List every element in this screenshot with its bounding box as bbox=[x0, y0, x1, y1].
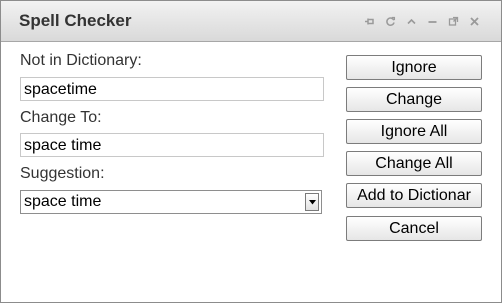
window-controls bbox=[362, 12, 481, 30]
spell-checker-window: Spell Checker Not in Dictionary: spaceti… bbox=[0, 0, 502, 303]
minimize-icon[interactable] bbox=[425, 14, 439, 28]
pin-icon[interactable] bbox=[362, 14, 376, 28]
suggestion-select[interactable]: space time bbox=[20, 190, 322, 214]
close-icon[interactable] bbox=[467, 14, 481, 28]
add-to-dictionary-button[interactable]: Add to Dictionar bbox=[346, 183, 482, 208]
ignore-button[interactable]: Ignore bbox=[346, 55, 482, 80]
not-in-dictionary-label: Not in Dictionary: bbox=[20, 52, 142, 69]
change-to-label: Change To: bbox=[20, 109, 102, 126]
dropdown-arrow-icon[interactable] bbox=[305, 193, 319, 211]
title-bar[interactable]: Spell Checker bbox=[1, 1, 501, 42]
collapse-icon[interactable] bbox=[404, 14, 418, 28]
window-title: Spell Checker bbox=[19, 11, 132, 30]
change-all-button[interactable]: Change All bbox=[346, 151, 482, 176]
not-in-dictionary-field[interactable]: spacetime bbox=[20, 77, 324, 101]
ignore-all-button[interactable]: Ignore All bbox=[346, 119, 482, 144]
refresh-icon[interactable] bbox=[383, 14, 397, 28]
change-to-field[interactable]: space time bbox=[20, 133, 324, 157]
suggestion-selected-value: space time bbox=[24, 193, 102, 210]
maximize-icon[interactable] bbox=[446, 14, 460, 28]
suggestion-label: Suggestion: bbox=[20, 165, 105, 182]
change-button[interactable]: Change bbox=[346, 87, 482, 112]
cancel-button[interactable]: Cancel bbox=[346, 216, 482, 241]
